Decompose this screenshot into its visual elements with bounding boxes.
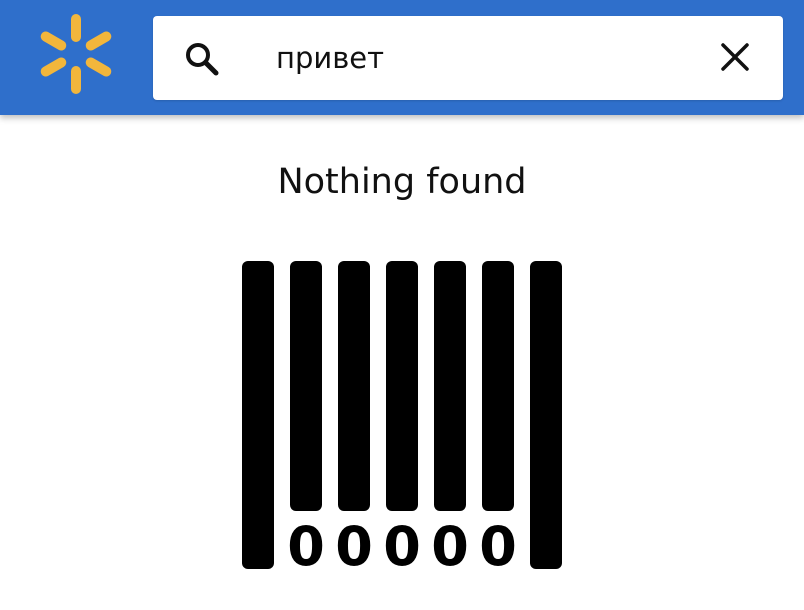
- search-bar[interactable]: привет: [153, 16, 783, 100]
- barcode-digit: 0: [479, 515, 517, 575]
- empty-state-message: Nothing found: [277, 162, 527, 202]
- empty-barcode-icon: 0 0 0 0 0: [242, 261, 562, 575]
- barcode-digit: 0: [287, 515, 325, 575]
- barcode-digit: 0: [383, 515, 421, 575]
- barcode-bar: [242, 261, 274, 569]
- barcode-bar: [386, 261, 418, 511]
- app-header: привет: [0, 0, 804, 115]
- walmart-spark-icon[interactable]: [36, 14, 116, 94]
- barcode-digit: 0: [431, 515, 469, 575]
- search-icon[interactable]: [183, 40, 221, 78]
- barcode-bar: [290, 261, 322, 511]
- barcode-bar: [530, 261, 562, 569]
- barcode-bar: [482, 261, 514, 511]
- search-input[interactable]: привет: [276, 36, 384, 80]
- close-icon[interactable]: [717, 39, 753, 75]
- barcode-bar: [338, 261, 370, 511]
- barcode-digit: 0: [335, 515, 373, 575]
- barcode-bar: [434, 261, 466, 511]
